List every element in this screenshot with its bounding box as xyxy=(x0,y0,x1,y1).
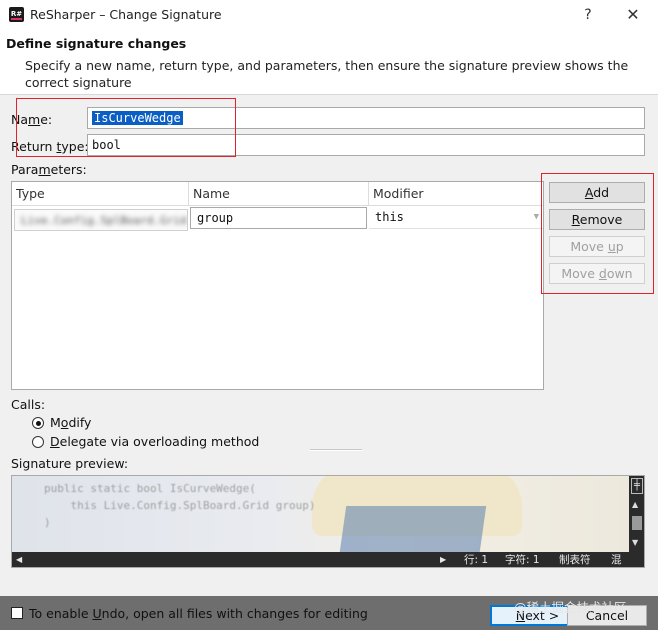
scroll-left-icon[interactable]: ◀ xyxy=(16,552,22,567)
parameters-label: Parameters: xyxy=(11,162,87,177)
code-line: ) xyxy=(44,516,51,529)
status-char: 字符: 1 xyxy=(505,554,540,566)
param-type-value: Live.Config.SplBoard.Grid xyxy=(21,214,187,227)
enable-undo-label[interactable]: To enable Undo, open all files with chan… xyxy=(29,606,368,621)
return-type-input[interactable]: bool xyxy=(87,134,645,156)
watermark-text: @稀土掘金技术社区 xyxy=(514,600,627,615)
name-input[interactable]: IsCurveWedge xyxy=(87,107,645,129)
header-title: Define signature changes xyxy=(6,36,187,51)
param-modifier-dropdown[interactable]: this ▼ xyxy=(369,207,543,229)
code-line: this Live.Config.SplBoard.Grid group) xyxy=(44,499,316,512)
delegate-radio[interactable] xyxy=(32,436,44,448)
signature-preview[interactable]: public static bool IsCurveWedge( this Li… xyxy=(11,475,645,568)
add-button[interactable]: Add xyxy=(549,182,645,203)
help-button[interactable]: ? xyxy=(577,3,599,27)
status-line: 行: 1 xyxy=(464,554,489,566)
modify-radio-label[interactable]: Modify xyxy=(50,415,91,430)
name-input-value: IsCurveWedge xyxy=(92,111,183,125)
column-header-name[interactable]: Name xyxy=(189,182,369,206)
modify-radio[interactable] xyxy=(32,417,44,429)
scroll-thumb[interactable] xyxy=(632,516,642,530)
remove-button[interactable]: Remove xyxy=(549,209,645,230)
param-modifier-value: this xyxy=(375,210,404,224)
column-header-type[interactable]: Type xyxy=(12,182,189,206)
close-button[interactable]: ✕ xyxy=(620,3,646,27)
header-description: Specify a new name, return type, and par… xyxy=(25,58,629,90)
status-mode: 混合 xyxy=(611,554,622,566)
chevron-down-icon: ▼ xyxy=(533,212,539,222)
scroll-up-icon[interactable]: ▲ xyxy=(632,500,638,509)
preview-code: public static bool IsCurveWedge( this Li… xyxy=(44,480,316,531)
enable-undo-checkbox[interactable] xyxy=(11,607,23,619)
split-icon[interactable]: ╪ xyxy=(631,478,643,494)
name-label: Name: xyxy=(11,112,53,127)
dialog-header: Define signature changes Specify a new n… xyxy=(0,30,658,95)
vertical-scrollbar[interactable]: ╪ ▲ ▼ xyxy=(629,476,644,567)
column-header-modifier[interactable]: Modifier xyxy=(369,182,543,206)
move-down-button[interactable]: Move down xyxy=(549,263,645,284)
parameters-table[interactable]: Type Name Modifier Live.Config.SplBoard.… xyxy=(11,181,544,390)
param-name-value: group xyxy=(197,211,234,225)
calls-label: Calls: xyxy=(11,397,46,412)
resharper-app-icon: R# xyxy=(9,7,24,22)
window-title: ReSharper – Change Signature xyxy=(30,7,222,22)
code-line: public static bool IsCurveWedge( xyxy=(44,482,256,495)
scroll-right-icon[interactable]: ▶ xyxy=(440,552,446,567)
preview-status-bar: ◀ ▶ 行: 1 字符: 1 制表符 混合 xyxy=(12,552,629,567)
move-up-button[interactable]: Move up xyxy=(549,236,645,257)
param-type-cell[interactable]: Live.Config.SplBoard.Grid xyxy=(14,209,188,231)
status-tab: 制表符 xyxy=(559,554,591,566)
return-type-label: Return type: xyxy=(11,139,89,154)
signature-preview-label: Signature preview: xyxy=(11,456,129,471)
splitter-handle[interactable] xyxy=(310,449,362,451)
scroll-down-icon[interactable]: ▼ xyxy=(632,538,638,547)
delegate-radio-label[interactable]: Delegate via overloading method xyxy=(50,434,259,449)
param-name-cell[interactable]: group xyxy=(190,207,367,229)
return-type-value: bool xyxy=(92,138,121,152)
